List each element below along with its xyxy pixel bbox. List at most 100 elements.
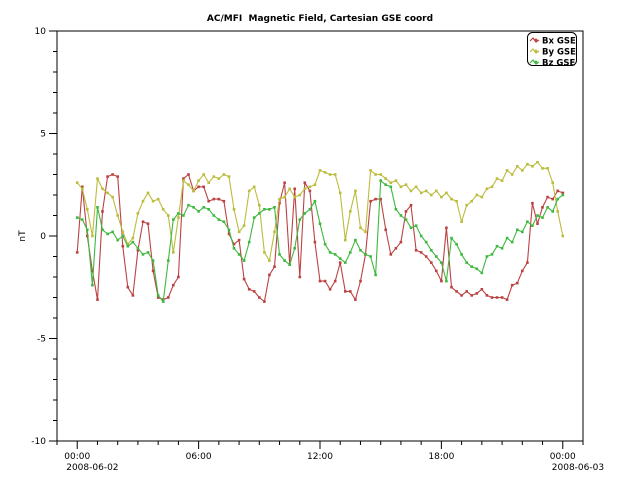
series-bz-gse [76, 179, 564, 303]
data-point-marker [440, 196, 443, 199]
data-point-marker [116, 175, 119, 178]
data-point-marker [541, 216, 544, 219]
legend[interactable]: Bx GSE By GSE Bz GSE [528, 33, 577, 69]
data-point-marker [309, 186, 312, 189]
data-point-marker [122, 231, 125, 234]
data-point-marker [106, 233, 109, 236]
data-point-marker [430, 194, 433, 197]
data-point-marker [182, 179, 185, 182]
data-point-marker [116, 214, 119, 217]
data-point-marker [268, 208, 271, 211]
data-point-marker [248, 241, 251, 244]
data-point-marker [556, 210, 559, 213]
data-point-marker [304, 212, 307, 215]
data-point-marker [268, 259, 271, 262]
data-point-marker [142, 253, 145, 256]
data-point-marker [450, 237, 453, 240]
data-point-marker [359, 280, 362, 283]
data-point-marker [486, 188, 489, 191]
data-point-marker [491, 186, 494, 189]
data-point-marker [116, 239, 119, 242]
data-point-marker [253, 186, 256, 189]
data-point-marker [354, 239, 357, 242]
data-point-marker [546, 167, 549, 170]
data-point-marker [122, 235, 125, 238]
data-point-marker [425, 241, 428, 244]
data-point-marker [379, 173, 382, 176]
chart-title: AC/MFI Magnetic Field, Cartesian GSE coo… [207, 14, 433, 24]
data-point-marker [526, 261, 529, 264]
data-point-marker [106, 192, 109, 195]
data-point-marker [521, 270, 524, 273]
data-point-marker [172, 218, 175, 221]
data-point-marker [476, 292, 479, 295]
y-axis-unit-label: nT [18, 230, 28, 242]
data-point-marker [344, 261, 347, 264]
data-point-marker [551, 181, 554, 184]
data-point-marker [319, 222, 322, 225]
data-point-marker [207, 200, 210, 203]
bz-marker-icon [535, 61, 538, 64]
plot-canvas[interactable]: AC/MFI Magnetic Field, Cartesian GSE coo… [0, 0, 640, 480]
data-point-marker [354, 298, 357, 301]
data-point-marker [314, 183, 317, 186]
data-point-marker [248, 190, 251, 193]
data-point-marker [182, 214, 185, 217]
data-point-marker [556, 190, 559, 193]
data-point-marker [546, 206, 549, 209]
data-point-marker [213, 214, 216, 217]
data-point-marker [562, 194, 565, 197]
data-point-marker [238, 239, 241, 242]
x-tick-date-label: 2008-06-03 [552, 463, 604, 473]
data-point-marker [101, 210, 104, 213]
data-point-marker [213, 175, 216, 178]
data-point-marker [243, 224, 246, 227]
data-point-marker [309, 190, 312, 193]
data-point-marker [76, 251, 79, 254]
data-point-marker [430, 249, 433, 252]
data-point-marker [258, 204, 261, 207]
data-point-marker [228, 175, 231, 178]
data-point-marker [167, 214, 170, 217]
data-series [76, 161, 564, 303]
data-point-marker [243, 259, 246, 262]
data-point-marker [425, 190, 428, 193]
data-point-marker [506, 298, 509, 301]
data-point-marker [288, 188, 291, 191]
data-point-marker [465, 261, 468, 264]
data-point-marker [455, 200, 458, 203]
data-point-marker [329, 288, 332, 291]
y-tick-label: 0 [40, 232, 46, 242]
y-tick-label: 10 [35, 27, 47, 37]
data-point-marker [293, 188, 296, 191]
data-point-marker [157, 198, 160, 201]
data-point-marker [486, 255, 489, 258]
data-point-marker [288, 263, 291, 266]
data-point-marker [410, 227, 413, 230]
data-point-marker [147, 251, 150, 254]
data-point-marker [390, 186, 393, 189]
data-point-marker [314, 200, 317, 203]
data-point-marker [445, 280, 448, 283]
data-point-marker [258, 296, 261, 299]
data-point-marker [349, 210, 352, 213]
data-point-marker [374, 173, 377, 176]
data-point-marker [541, 206, 544, 209]
data-point-marker [374, 274, 377, 277]
x-tick-label: 18:00 [428, 452, 454, 462]
data-point-marker [531, 202, 534, 205]
data-point-marker [501, 247, 504, 250]
data-point-marker [501, 296, 504, 299]
data-point-marker [127, 245, 130, 248]
data-point-marker [223, 173, 226, 176]
data-point-marker [516, 282, 519, 285]
data-point-marker [481, 288, 484, 291]
data-point-marker [420, 192, 423, 195]
data-point-marker [283, 259, 286, 262]
data-point-marker [506, 237, 509, 240]
data-point-marker [319, 280, 322, 283]
data-point-marker [162, 208, 165, 211]
data-point-marker [425, 255, 428, 258]
data-point-marker [248, 288, 251, 291]
data-point-marker [263, 251, 266, 254]
